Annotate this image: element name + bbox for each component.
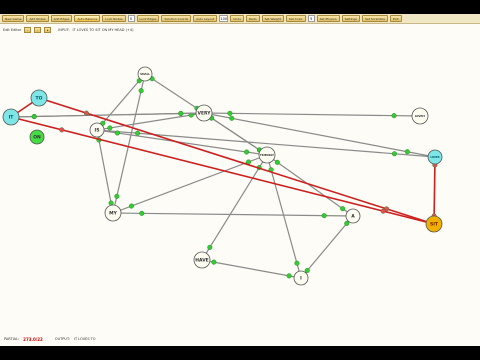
node-label: FRIENDLY — [260, 153, 274, 157]
node-label: LOVELY — [415, 114, 426, 118]
game-window: New Game Add Nodes Add Edges Auto Balanc… — [0, 14, 480, 346]
node-label: VERY — [197, 111, 211, 117]
node-very[interactable]: VERY — [195, 104, 213, 122]
node-a[interactable]: A — [345, 208, 361, 224]
edge-handle[interactable] — [139, 210, 145, 216]
edge-handle[interactable] — [404, 149, 410, 155]
set-weight-button[interactable]: Set Weight — [261, 15, 284, 22]
node-have[interactable]: HAVE — [193, 251, 211, 269]
edge-handle[interactable] — [294, 260, 300, 266]
node-is[interactable]: IS — [89, 122, 105, 138]
settings-button[interactable]: Settings — [341, 15, 360, 22]
node-loves[interactable]: LOVES — [427, 149, 443, 165]
toolbar: New Game Add Nodes Add Edges Auto Balanc… — [0, 14, 480, 24]
edge-handle[interactable] — [274, 159, 280, 165]
new-game-button[interactable]: New Game — [2, 15, 25, 22]
field-3[interactable]: 5 — [307, 15, 315, 22]
edge-handle[interactable] — [135, 130, 141, 136]
edge-have-i[interactable] — [201, 259, 302, 279]
field-1[interactable]: 0 — [127, 15, 135, 22]
play-icon[interactable]: ▸ — [44, 27, 52, 33]
edge-handle[interactable] — [227, 110, 233, 116]
solution-coords-button[interactable]: Solution Coords — [161, 15, 192, 22]
lock-nodes-button[interactable]: Lock Nodes — [102, 15, 126, 22]
edge-handle[interactable] — [211, 259, 217, 265]
edge-handle[interactable] — [340, 206, 346, 212]
exit-button[interactable]: Exit — [389, 15, 402, 22]
editor-label: Edit Editor — [3, 28, 22, 32]
edge-handle[interactable] — [114, 193, 120, 199]
undo-button[interactable]: Undo — [230, 15, 245, 22]
node-sit[interactable]: SIT — [425, 215, 443, 233]
node-label: SIT — [430, 222, 439, 228]
edge-handle[interactable] — [391, 113, 397, 119]
input-label: INPUT: — [58, 28, 70, 32]
edge-handle[interactable] — [138, 88, 144, 94]
edge-handle[interactable] — [391, 151, 397, 157]
output-text: IT LOVES TO — [73, 337, 96, 341]
edge-friendly-i[interactable] — [266, 154, 302, 279]
node-label: A — [351, 214, 355, 220]
node-lovely[interactable]: LOVELY — [411, 107, 429, 125]
edge-handle[interactable] — [286, 273, 292, 279]
edge-handle[interactable] — [321, 213, 327, 219]
next-icon[interactable]: › — [34, 27, 42, 33]
node-friendly[interactable]: FRIENDLY — [258, 146, 276, 164]
set-color-button[interactable]: Set Color — [285, 15, 306, 22]
node-label: TO — [36, 96, 43, 102]
node-label: IS — [95, 128, 100, 134]
edge-handle[interactable] — [31, 114, 37, 120]
auto-layout-button[interactable]: Auto Layout — [193, 15, 218, 22]
score-value: 273.0/22 — [23, 336, 43, 342]
edge-handle[interactable] — [114, 130, 120, 136]
edge-handle[interactable] — [128, 203, 134, 209]
node-label: ON — [33, 135, 41, 141]
edge-handle[interactable] — [229, 115, 235, 121]
node-it[interactable]: IT — [2, 108, 20, 126]
lock-edges-button[interactable]: Lock Edges — [136, 15, 160, 22]
node-to[interactable]: TO — [30, 89, 48, 107]
node-label: LOVES — [430, 155, 439, 159]
edge-handle[interactable] — [107, 125, 113, 131]
node-label: SMALL — [140, 72, 150, 76]
edge-handle[interactable] — [344, 220, 350, 226]
edge-it-very[interactable] — [10, 112, 205, 118]
set-scramble-button[interactable]: Set Scramble — [361, 15, 388, 22]
auto-balance-button[interactable]: Auto Balance — [74, 15, 101, 22]
edge-handle[interactable] — [304, 268, 310, 274]
add-edges-button[interactable]: Add Edges — [50, 15, 73, 22]
status-bar: PARTIAL: 273.0/22 OUTPUT: IT LOVES TO — [0, 333, 480, 345]
node-small[interactable]: SMALL — [137, 66, 153, 82]
edge-handle[interactable] — [244, 149, 250, 155]
node-label: HAVE — [195, 258, 209, 264]
field-2[interactable]: 100 — [219, 15, 229, 22]
node-my[interactable]: MY — [104, 204, 122, 222]
edge-handle[interactable] — [380, 208, 386, 214]
path-edge-it-sit[interactable] — [10, 116, 435, 225]
node-i[interactable]: I — [293, 270, 309, 286]
node-on[interactable]: ON — [29, 129, 45, 145]
node-label: MY — [109, 211, 117, 217]
edge-handle[interactable] — [178, 110, 184, 116]
prev-icon[interactable]: ‹ — [24, 27, 32, 33]
partial-label: PARTIAL: — [4, 337, 20, 341]
edge-handle[interactable] — [207, 244, 213, 250]
redo-button[interactable]: Redo — [246, 15, 260, 22]
edge-handle[interactable] — [83, 110, 89, 116]
add-nodes-button[interactable]: Add Nodes — [26, 15, 49, 22]
set-physics-button[interactable]: Set Physics — [316, 15, 340, 22]
edge-is-friendly[interactable] — [96, 129, 268, 156]
input-text: IT LOVES TO SIT ON MY HEAD (+4) — [72, 28, 134, 32]
editor-row: Edit Editor ‹ › ▸ INPUT: IT LOVES TO SIT… — [0, 25, 480, 35]
edge-friendly-have[interactable] — [201, 154, 268, 261]
output-label: OUTPUT: — [54, 337, 70, 341]
word-graph[interactable]: TO IT ON SMALL VERY IS LOVELY LOVES FRIENDLY MY A S… — [0, 36, 480, 332]
edge-a-my[interactable] — [112, 212, 354, 217]
edge-handle[interactable] — [59, 127, 65, 133]
edge-very-lovely[interactable] — [203, 112, 421, 117]
